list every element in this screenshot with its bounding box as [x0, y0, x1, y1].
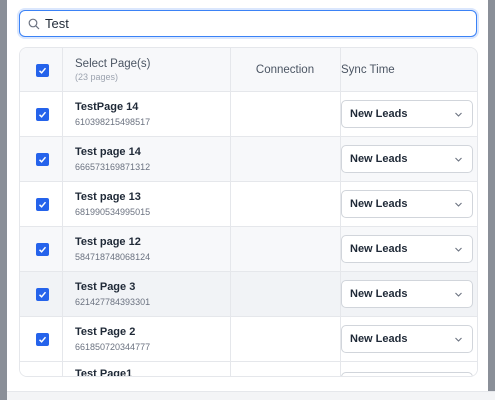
row-checkbox[interactable] [36, 333, 49, 346]
sync-time-select[interactable] [341, 372, 473, 376]
sync-time-value: New Leads [350, 333, 408, 345]
page-count: (23 pages) [75, 72, 119, 82]
chevron-down-icon [455, 337, 462, 342]
column-divider [230, 92, 231, 136]
column-divider [62, 137, 63, 181]
sync-time-select[interactable]: New Leads [341, 145, 473, 173]
checkmark-icon [38, 246, 47, 253]
table-row: TestPage 14 610398215498517 New Leads [20, 92, 477, 137]
sync-time-select[interactable]: New Leads [341, 100, 473, 128]
column-divider [230, 182, 231, 226]
checkmark-icon [38, 291, 47, 298]
sync-time-select[interactable]: New Leads [341, 280, 473, 308]
table-row: Test page 12 584718748068124 New Leads [20, 227, 477, 272]
page-name: Test page 13 [75, 191, 141, 203]
checkmark-icon [38, 201, 47, 208]
column-divider [230, 137, 231, 181]
pages-table: Select Page(s) (23 pages) Connection Syn… [19, 47, 478, 377]
column-divider [62, 272, 63, 316]
page-name: Test Page 3 [75, 281, 136, 293]
page-id: 681990534995015 [75, 207, 151, 217]
search-input[interactable] [45, 16, 445, 31]
column-divider [62, 362, 63, 376]
row-checkbox[interactable] [36, 288, 49, 301]
column-divider [62, 92, 63, 136]
chevron-down-icon [455, 202, 462, 207]
column-divider [62, 48, 63, 91]
sync-time-select[interactable]: New Leads [341, 235, 473, 263]
table-row: Test Page 3 621427784393301 New Leads [20, 272, 477, 317]
column-header-select-pages: Select Page(s) [75, 58, 151, 70]
page-id: 584718748068124 [75, 252, 151, 262]
checkmark-icon [38, 67, 47, 74]
table-row: Test page 14 666573169871312 New Leads [20, 137, 477, 182]
checkmark-icon [38, 111, 47, 118]
column-divider [62, 227, 63, 271]
search-box[interactable] [19, 10, 477, 37]
sync-time-select[interactable]: New Leads [341, 190, 473, 218]
sync-time-value: New Leads [350, 288, 408, 300]
footer-bar [7, 391, 495, 400]
chevron-down-icon [455, 157, 462, 162]
row-checkbox[interactable] [36, 198, 49, 211]
table-row: Test Page1 [20, 362, 477, 377]
page-name: Test Page1 [75, 368, 133, 377]
table-row: Test page 13 681990534995015 New Leads [20, 182, 477, 227]
column-header-connection: Connection [255, 64, 315, 76]
page-id: 661850720344777 [75, 342, 151, 352]
column-divider [230, 227, 231, 271]
sync-time-value: New Leads [350, 108, 408, 120]
column-divider [230, 272, 231, 316]
page-id: 610398215498517 [75, 117, 151, 127]
sync-time-value: New Leads [350, 153, 408, 165]
sync-time-value: New Leads [350, 243, 408, 255]
row-checkbox[interactable] [36, 153, 49, 166]
backdrop-left [0, 0, 7, 400]
column-divider [62, 182, 63, 226]
sync-time-value: New Leads [350, 198, 408, 210]
page-name: Test page 12 [75, 236, 141, 248]
page-selection-panel: Select Page(s) (23 pages) Connection Syn… [7, 0, 495, 400]
checkmark-icon [38, 156, 47, 163]
chevron-down-icon [455, 112, 462, 117]
backdrop-right [488, 0, 495, 400]
page-name: Test Page 2 [75, 326, 136, 338]
chevron-down-icon [455, 247, 462, 252]
column-header-sync-time: Sync Time [341, 64, 395, 76]
page-name: Test page 14 [75, 146, 141, 158]
select-all-checkbox[interactable] [36, 64, 49, 77]
row-checkbox[interactable] [36, 108, 49, 121]
column-divider [62, 317, 63, 361]
page-id: 621427784393301 [75, 297, 151, 307]
page-name: TestPage 14 [75, 101, 139, 113]
page-id: 666573169871312 [75, 162, 151, 172]
column-divider [230, 362, 231, 376]
chevron-down-icon [455, 292, 462, 297]
checkmark-icon [38, 336, 47, 343]
column-divider [230, 317, 231, 361]
row-checkbox[interactable] [36, 243, 49, 256]
table-header: Select Page(s) (23 pages) Connection Syn… [20, 48, 477, 92]
search-icon [28, 17, 41, 30]
table-row: Test Page 2 661850720344777 New Leads [20, 317, 477, 362]
sync-time-select[interactable]: New Leads [341, 325, 473, 353]
